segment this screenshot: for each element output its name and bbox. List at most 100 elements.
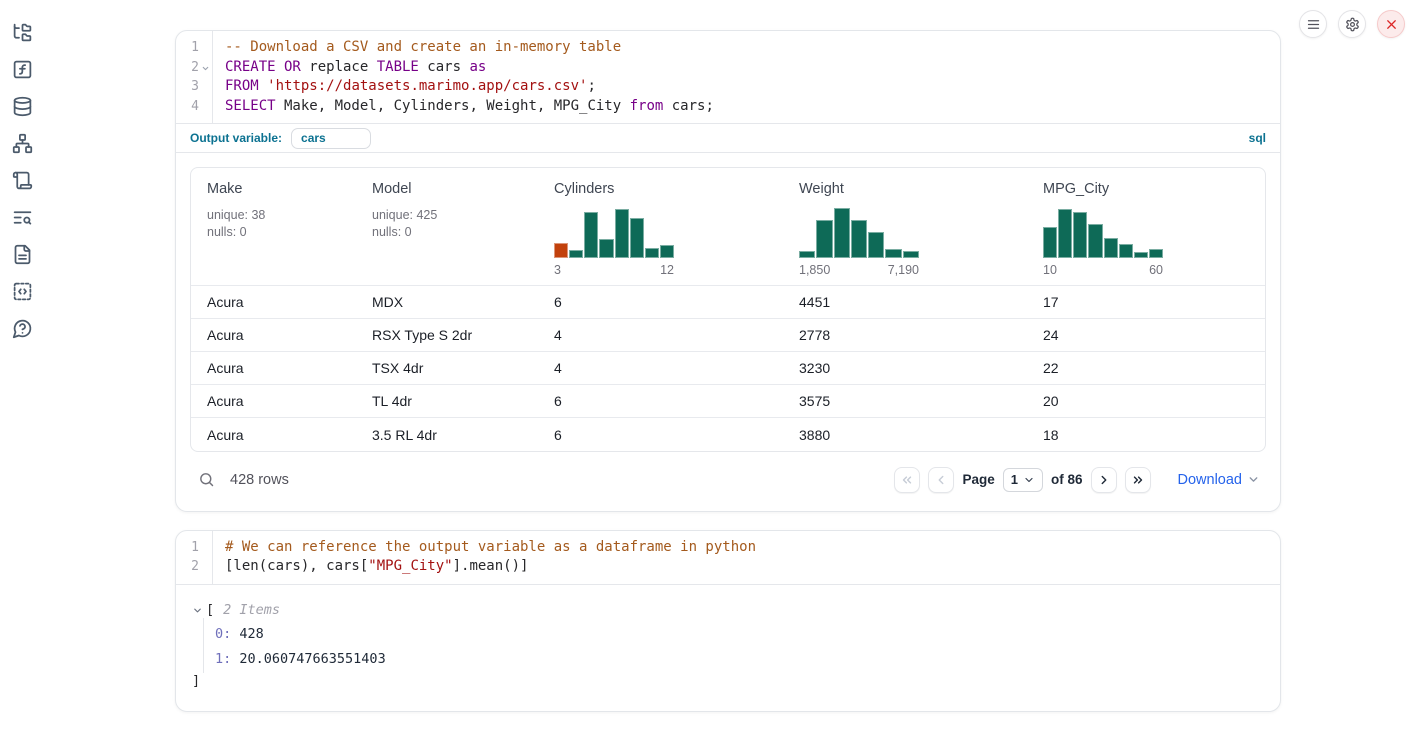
histogram-min-label: 3 <box>554 263 561 277</box>
download-button[interactable]: Download <box>1178 472 1261 488</box>
histogram-bars <box>1043 204 1163 258</box>
code-content[interactable]: # We can reference the output variable a… <box>213 531 1280 584</box>
sidebar <box>0 0 44 729</box>
table-cell: Acura <box>191 418 356 451</box>
table-cell: 6 <box>538 418 783 451</box>
sidebar-item-dependency-graph[interactable] <box>11 132 33 154</box>
histogram-bar <box>903 251 919 258</box>
table-row: AcuraRSX Type S 2dr4277824 <box>191 319 1265 352</box>
column-histogram[interactable]: 1,8507,190 <box>799 204 919 277</box>
tree-entry-key: 1: <box>215 651 231 667</box>
previous-page-button[interactable] <box>928 467 954 493</box>
sidebar-item-database[interactable] <box>11 95 33 117</box>
scroll-icon <box>12 170 33 191</box>
gear-button[interactable] <box>1338 10 1366 38</box>
last-page-button[interactable] <box>1125 467 1151 493</box>
code-content[interactable]: -- Download a CSV and create an in-memor… <box>213 31 1280 123</box>
next-page-button[interactable] <box>1091 467 1117 493</box>
column-histogram[interactable]: 3 12 <box>554 204 674 277</box>
table-footer: 428 rows Page 1 of 86 <box>190 463 1266 497</box>
line-number: 4 <box>176 97 199 117</box>
column-header-cylinders[interactable]: Cylinders312 <box>538 168 783 286</box>
column-stats: unique: 425nulls: 0 <box>372 207 522 241</box>
histogram-max-label: 60 <box>1149 263 1163 277</box>
histogram-bar <box>554 243 568 258</box>
table-cell: MDX <box>356 286 538 319</box>
sidebar-item-help-chat[interactable] <box>11 317 33 339</box>
line-number: 1 <box>176 538 199 558</box>
table-cell: 6 <box>538 385 783 418</box>
tree-entry-key: 0: <box>215 626 231 642</box>
histogram-bar <box>584 212 598 258</box>
output-variable-input[interactable] <box>291 128 371 149</box>
python-code-editor[interactable]: 12 # We can reference the output variabl… <box>176 531 1280 584</box>
gear-icon <box>1345 17 1360 32</box>
code-snippets-icon <box>12 281 33 302</box>
sidebar-item-scroll[interactable] <box>11 169 33 191</box>
column-name: Make <box>207 181 340 197</box>
histogram-max-label: 12 <box>660 263 674 277</box>
histogram-bar <box>1058 209 1072 258</box>
histogram-bar <box>1119 244 1133 259</box>
sidebar-item-code-snippets[interactable] <box>11 280 33 302</box>
tree-children: 0: 4281: 20.060747663551403 <box>203 618 1264 673</box>
sidebar-item-document[interactable] <box>11 243 33 265</box>
histogram-bar <box>799 251 815 259</box>
chevrons-left-icon <box>900 473 914 487</box>
sidebar-item-file-tree[interactable] <box>11 21 33 43</box>
search-icon <box>198 471 215 488</box>
histogram-bar <box>569 250 583 258</box>
column-header-weight[interactable]: Weight1,8507,190 <box>783 168 1027 286</box>
tree-entry: 1: 20.060747663551403 <box>215 651 1264 667</box>
chevrons-right-icon <box>1131 473 1145 487</box>
chevron-right-icon <box>1097 473 1111 487</box>
text-search-icon <box>12 207 33 228</box>
column-stats: unique: 38nulls: 0 <box>207 207 340 241</box>
close-icon <box>1384 17 1399 32</box>
fold-chevron-icon[interactable] <box>201 64 210 73</box>
table-cell: TSX 4dr <box>356 352 538 385</box>
database-icon <box>12 96 33 117</box>
column-header-mpg_city[interactable]: MPG_City 10 60 <box>1027 168 1265 286</box>
collapse-chevron-icon[interactable] <box>192 605 203 616</box>
page-select[interactable]: 1 <box>1003 468 1043 492</box>
histogram-bar <box>630 218 644 259</box>
column-histogram[interactable]: 10 60 <box>1043 204 1163 277</box>
table-cell: 3880 <box>783 418 1027 451</box>
sql-code-editor[interactable]: 1234 -- Download a CSV and create an in-… <box>176 31 1280 123</box>
open-bracket: [ <box>206 602 214 618</box>
chevron-down-icon <box>1023 474 1035 486</box>
window-controls <box>1299 10 1405 38</box>
document-icon <box>12 244 33 265</box>
table-cell: 6 <box>538 286 783 319</box>
tree-root-row: [ 2 Items <box>192 602 1264 618</box>
column-header-make[interactable]: Make unique: 38nulls: 0 <box>191 168 356 286</box>
histogram-bar <box>1104 238 1118 259</box>
histogram-bar <box>1134 252 1148 258</box>
table-row: Acura3.5 RL 4dr6388018 <box>191 418 1265 451</box>
table-cell: 3230 <box>783 352 1027 385</box>
function-square-icon <box>12 59 33 80</box>
sql-cell: 12 3 4 -- Download a CSV and create an in-… <box>175 30 1281 512</box>
table-cell: TL 4dr <box>356 385 538 418</box>
dependency-graph-icon <box>12 133 33 154</box>
sidebar-item-function-square[interactable] <box>11 58 33 80</box>
histogram-bar <box>615 209 629 259</box>
close-button[interactable] <box>1377 10 1405 38</box>
table-cell: 4 <box>538 352 783 385</box>
histogram-bar <box>1043 227 1057 258</box>
sidebar-item-text-search[interactable] <box>11 206 33 228</box>
python-output-area: [ 2 Items 0: 4281: 20.060747663551403 ] <box>176 584 1280 711</box>
total-pages-label: of 86 <box>1051 472 1083 487</box>
download-label: Download <box>1178 472 1243 488</box>
column-header-model[interactable]: Modelunique: 425nulls: 0 <box>356 168 538 286</box>
menu-button[interactable] <box>1299 10 1327 38</box>
histogram-bar <box>1088 224 1102 259</box>
table-cell: 4451 <box>783 286 1027 319</box>
histogram-min-label: 10 <box>1043 263 1057 277</box>
table-cell: 4 <box>538 319 783 352</box>
histogram-bar <box>885 249 901 259</box>
column-name: MPG_City <box>1043 181 1249 197</box>
search-button[interactable] <box>198 471 215 488</box>
first-page-button[interactable] <box>894 467 920 493</box>
